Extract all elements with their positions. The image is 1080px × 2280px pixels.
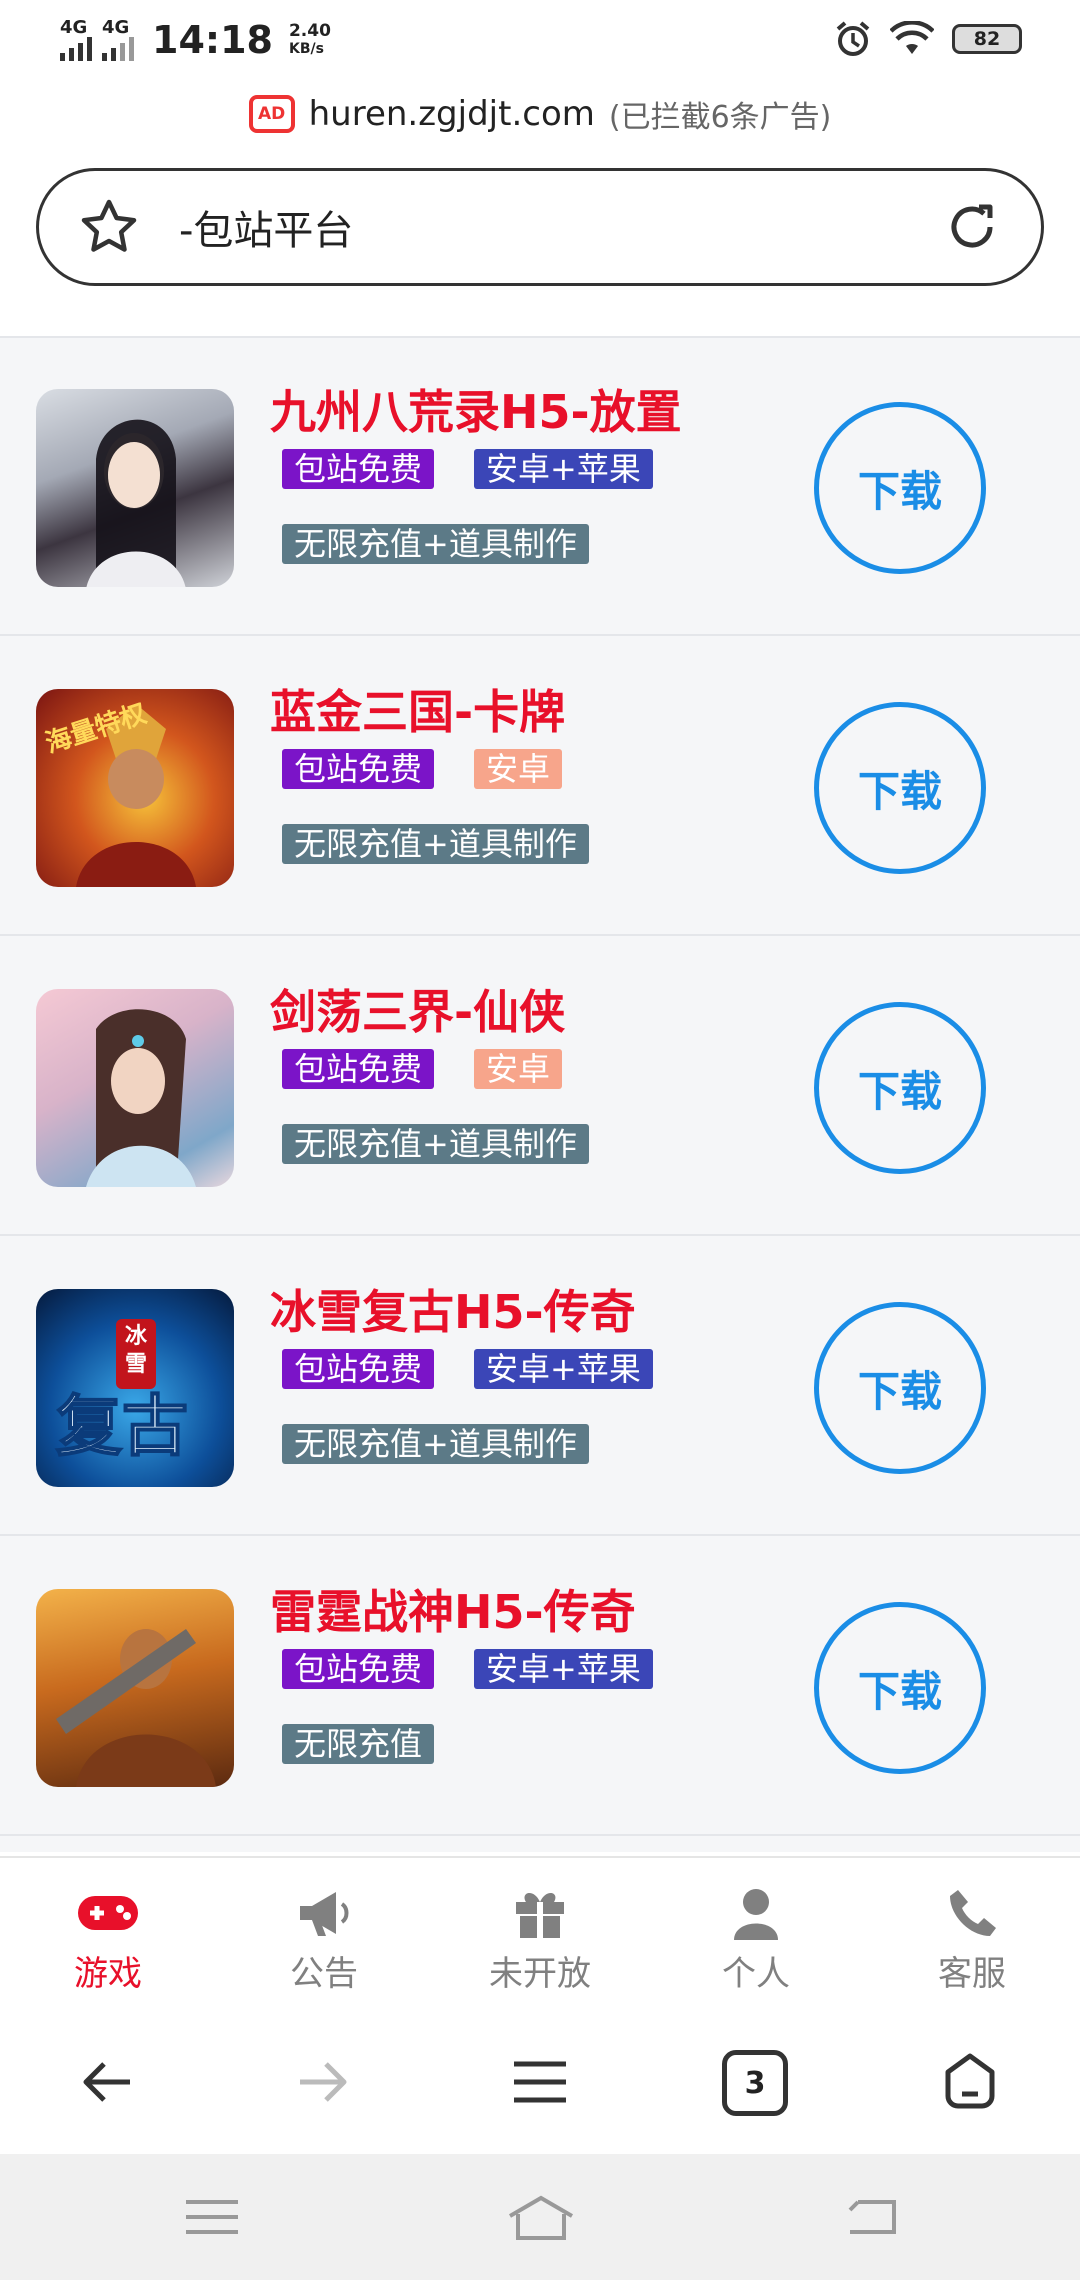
ad-block-icon[interactable]: AD — [248, 95, 295, 133]
tag-platform: 安卓+苹果 — [474, 1649, 653, 1689]
phone-icon — [950, 1890, 996, 1936]
character-image-icon: 海量特权 — [42, 698, 196, 887]
signal-bars-icon — [60, 37, 92, 61]
address-bar[interactable]: -包站平台 — [36, 168, 1044, 286]
download-button[interactable]: 下载 — [814, 1002, 986, 1174]
tag-free: 包站免费 — [282, 449, 435, 489]
game-thumbnail[interactable] — [36, 389, 234, 587]
blocked-ads-note: (已拦截6条广告) — [608, 100, 832, 135]
status-left: 4G 4G 14:18 2.40 KB/s — [60, 18, 331, 62]
bottom-tab-bar: 游戏 公告 未开放 个人 客服 — [0, 1856, 1080, 2006]
list-item[interactable]: 九州八荒录H5-放置 包站免费 安卓+苹果 无限充值+道具制作 下载 — [0, 336, 1080, 636]
game-thumbnail[interactable]: 海量特权 — [36, 689, 234, 887]
download-button[interactable]: 下载 — [814, 402, 986, 574]
game-logo-icon: 复古 — [55, 1319, 189, 1466]
recent-apps-icon[interactable] — [182, 2192, 242, 2242]
signal-bars-icon — [102, 37, 134, 61]
gamepad-icon — [78, 1896, 138, 1930]
system-back-icon[interactable] — [840, 2192, 900, 2242]
thumb-badge-text: 冰雪 — [124, 1324, 147, 1377]
status-bar: 4G 4G 14:18 2.40 KB/s 82 — [0, 0, 1080, 86]
tag-features: 无限充值+道具制作 — [282, 1424, 589, 1464]
tab-games[interactable]: 游戏 — [0, 1858, 216, 2008]
gift-icon — [516, 1892, 564, 1938]
network-speed: 2.40 KB/s — [288, 21, 331, 57]
clock: 14:18 — [152, 18, 273, 62]
tag-platform: 安卓+苹果 — [474, 449, 653, 489]
tag-platform: 安卓+苹果 — [474, 1349, 653, 1389]
download-button[interactable]: 下载 — [814, 1602, 986, 1774]
character-image-icon — [56, 1629, 216, 1787]
tag-free: 包站免费 — [282, 1049, 435, 1089]
list-item[interactable]: 海量特权 蓝金三国-卡牌 包站免费 安卓 无限充值+道具制作 下载 — [0, 636, 1080, 936]
megaphone-icon — [300, 1892, 349, 1936]
system-nav-bar — [0, 2154, 1080, 2280]
menu-icon[interactable] — [508, 2050, 572, 2114]
character-image-icon — [86, 1009, 196, 1187]
star-icon[interactable] — [79, 197, 139, 257]
game-title[interactable]: 剑荡三界-仙侠 — [270, 976, 565, 1042]
game-thumbnail[interactable]: 复古 冰雪 — [36, 1289, 234, 1487]
list-item[interactable]: 复古 冰雪 冰雪复古H5-传奇 包站免费 安卓+苹果 无限充值+道具制作 下载 — [0, 1236, 1080, 1536]
tag-free: 包站免费 — [282, 1649, 435, 1689]
download-button[interactable]: 下载 — [814, 702, 986, 874]
home-icon[interactable] — [938, 2050, 1002, 2114]
tag-features: 无限充值 — [282, 1724, 435, 1764]
tabs-count-button[interactable]: 3 — [722, 2050, 788, 2116]
tag-features: 无限充值+道具制作 — [282, 1124, 589, 1164]
wifi-icon — [890, 21, 934, 54]
game-list: 九州八荒录H5-放置 包站免费 安卓+苹果 无限充值+道具制作 下载 海量特权 … — [0, 312, 1080, 1852]
back-arrow-icon[interactable] — [76, 2050, 140, 2114]
character-image-icon — [86, 419, 186, 587]
game-thumbnail[interactable] — [36, 989, 234, 1187]
game-title[interactable]: 雷霆战神H5-传奇 — [270, 1576, 636, 1642]
tab-announcements[interactable]: 公告 — [216, 1858, 432, 2008]
tab-customer-service[interactable]: 客服 — [864, 1858, 1080, 2008]
battery-icon: 82 — [952, 24, 1022, 54]
game-title[interactable]: 冰雪复古H5-传奇 — [270, 1276, 636, 1342]
status-right: 82 — [834, 20, 1022, 58]
tag-free: 包站免费 — [282, 1349, 435, 1389]
forward-arrow-icon[interactable] — [290, 2050, 354, 2114]
system-home-icon[interactable] — [506, 2192, 576, 2242]
person-icon — [734, 1889, 778, 1940]
tab-personal[interactable]: 个人 — [648, 1858, 864, 2008]
tag-features: 无限充值+道具制作 — [282, 524, 589, 564]
tag-features: 无限充值+道具制作 — [282, 824, 589, 864]
tag-platform: 安卓 — [474, 1049, 563, 1089]
browser-toolbar: 3 — [0, 2006, 1080, 2154]
refresh-icon[interactable] — [943, 198, 1001, 256]
tab-unopened[interactable]: 未开放 — [432, 1858, 648, 2008]
alarm-icon — [836, 21, 870, 56]
game-title[interactable]: 九州八荒录H5-放置 — [270, 376, 682, 442]
game-title[interactable]: 蓝金三国-卡牌 — [270, 676, 565, 742]
signal-2: 4G — [102, 19, 134, 61]
download-button[interactable]: 下载 — [814, 1302, 986, 1474]
tag-platform: 安卓 — [474, 749, 563, 789]
address-bar-text[interactable]: -包站平台 — [179, 198, 943, 256]
svg-text:复古: 复古 — [56, 1387, 188, 1465]
list-top-divider — [0, 312, 1080, 338]
signal-1: 4G — [60, 19, 92, 61]
game-thumbnail[interactable] — [36, 1589, 234, 1787]
list-item[interactable]: 剑荡三界-仙侠 包站免费 安卓 无限充值+道具制作 下载 — [0, 936, 1080, 1236]
page-domain: huren.zgjdjt.com — [308, 94, 595, 134]
list-item[interactable]: 雷霆战神H5-传奇 包站免费 安卓+苹果 无限充值 下载 — [0, 1536, 1080, 1836]
tag-free: 包站免费 — [282, 749, 435, 789]
url-line: AD huren.zgjdjt.com (已拦截6条广告) — [0, 92, 1080, 136]
